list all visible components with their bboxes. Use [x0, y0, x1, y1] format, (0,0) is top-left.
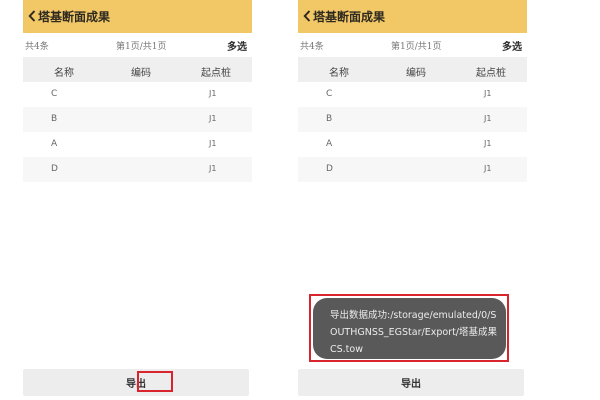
- row-start-pile: J1: [209, 114, 217, 123]
- page-title: 塔基断面成果: [313, 10, 386, 24]
- row-name: B: [51, 114, 58, 124]
- column-header-code: 编码: [406, 68, 426, 79]
- table-row[interactable]: C J1: [23, 82, 252, 107]
- multi-select-button[interactable]: 多选: [502, 38, 522, 53]
- table-row[interactable]: B J1: [23, 107, 252, 132]
- row-start-pile: J1: [209, 89, 217, 98]
- list-summary-bar: 共4条 第1页/共1页 多选: [23, 33, 252, 57]
- table-row[interactable]: D J1: [23, 157, 252, 182]
- chevron-left-icon[interactable]: [303, 10, 311, 22]
- chevron-left-icon[interactable]: [28, 10, 36, 22]
- row-start-pile: J1: [484, 139, 492, 148]
- column-header-name: 名称: [329, 68, 349, 79]
- row-name: C: [51, 89, 58, 99]
- column-header-start-pile: 起点桩: [201, 68, 231, 79]
- row-start-pile: J1: [209, 164, 217, 173]
- table-row[interactable]: A J1: [298, 132, 527, 157]
- export-button-label: 导出: [126, 379, 146, 390]
- results-table: C J1 B J1 A J1 D J1: [298, 82, 527, 182]
- toast-highlight-box: [309, 294, 509, 362]
- row-name: D: [326, 164, 333, 174]
- table-row[interactable]: B J1: [298, 107, 527, 132]
- row-start-pile: J1: [484, 164, 492, 173]
- row-name: B: [326, 114, 333, 124]
- list-summary-bar: 共4条 第1页/共1页 多选: [298, 33, 527, 57]
- export-highlight-box: [137, 371, 173, 392]
- record-count: 共4条: [25, 42, 49, 52]
- table-row[interactable]: D J1: [298, 157, 527, 182]
- app-header: 塔基断面成果: [23, 0, 252, 33]
- column-header-start-pile: 起点桩: [476, 68, 506, 79]
- column-header-code: 编码: [131, 68, 151, 79]
- export-button-label: 导出: [401, 379, 421, 390]
- row-name: D: [51, 164, 58, 174]
- export-button[interactable]: 导出: [23, 369, 249, 396]
- row-name: A: [51, 139, 58, 149]
- app-header: 塔基断面成果: [298, 0, 527, 33]
- multi-select-button[interactable]: 多选: [227, 38, 247, 53]
- table-header: 名称 编码 起点桩: [23, 57, 252, 82]
- page-title: 塔基断面成果: [38, 10, 111, 24]
- table-row[interactable]: C J1: [298, 82, 527, 107]
- row-name: C: [326, 89, 333, 99]
- page-indicator: 第1页/共1页: [391, 42, 442, 52]
- export-button[interactable]: 导出: [298, 369, 524, 396]
- phone-screen-before-export: 塔基断面成果 共4条 第1页/共1页 多选 名称 编码 起点桩 C J1 B J…: [23, 0, 252, 400]
- column-header-name: 名称: [54, 68, 74, 79]
- page-indicator: 第1页/共1页: [116, 42, 167, 52]
- table-header: 名称 编码 起点桩: [298, 57, 527, 82]
- table-row[interactable]: A J1: [23, 132, 252, 157]
- phone-screen-after-export: 塔基断面成果 共4条 第1页/共1页 多选 名称 编码 起点桩 C J1 B J…: [298, 0, 527, 400]
- results-table: C J1 B J1 A J1 D J1: [23, 82, 252, 182]
- row-start-pile: J1: [209, 139, 217, 148]
- record-count: 共4条: [300, 42, 324, 52]
- row-name: A: [326, 139, 333, 149]
- row-start-pile: J1: [484, 114, 492, 123]
- row-start-pile: J1: [484, 89, 492, 98]
